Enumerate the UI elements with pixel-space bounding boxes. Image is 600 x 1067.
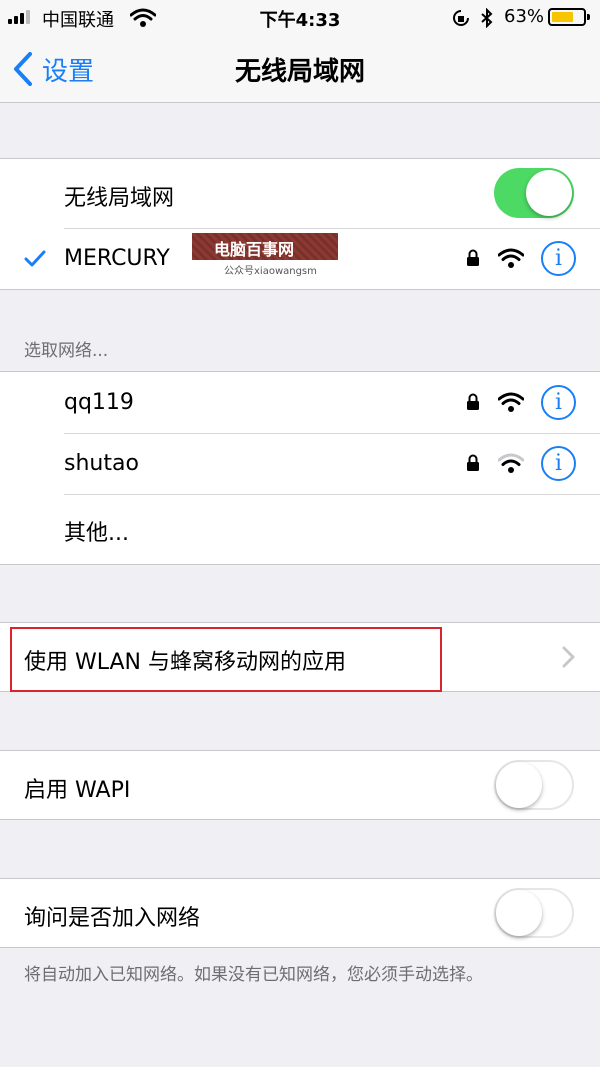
- battery-icon: [548, 8, 590, 26]
- ask-to-join-group: 询问是否加入网络: [0, 878, 600, 948]
- ask-to-join-label: 询问是否加入网络: [24, 906, 201, 931]
- wlan-toggle-row: 无线局域网: [0, 159, 600, 229]
- watermark-title: 电脑百事网: [214, 240, 295, 259]
- wifi-signal-icon: [498, 453, 524, 473]
- network-info-button[interactable]: i: [541, 385, 576, 420]
- ask-to-join-row: 询问是否加入网络: [0, 879, 600, 947]
- watermark-subtitle: 公众号xiaowangsm: [224, 266, 317, 277]
- network-row-shutao[interactable]: shutao i: [0, 434, 600, 495]
- connected-network-name: MERCURY: [64, 246, 170, 271]
- battery-fill: [552, 12, 573, 22]
- watermark-logo: 电脑百事网 公众号xiaowangsm: [178, 233, 338, 277]
- network-list: qq119 i shutao i 其他...: [0, 371, 600, 565]
- footer-note: 将自动加入已知网络。如果没有已知网络，您必须手动选择。: [24, 965, 483, 985]
- network-name: qq119: [64, 390, 134, 415]
- wifi-signal-icon: [498, 392, 524, 412]
- other-network-label: 其他...: [64, 521, 129, 546]
- checkmark-icon: [24, 250, 46, 267]
- page-title: 无线局域网: [234, 57, 365, 87]
- wapi-row: 启用 WAPI: [0, 751, 600, 819]
- network-info-button[interactable]: i: [541, 241, 576, 276]
- wapi-label: 启用 WAPI: [24, 778, 131, 803]
- network-info-button[interactable]: i: [541, 446, 576, 481]
- navigation-bar: 设置 无线局域网: [0, 36, 600, 103]
- wapi-group: 启用 WAPI: [0, 750, 600, 820]
- battery-percent: 63%: [504, 6, 545, 27]
- lock-icon: [467, 249, 479, 266]
- wifi-signal-icon: [498, 248, 524, 268]
- status-bar: 中国联通 下午4:33 63%: [0, 0, 600, 36]
- lock-icon: [467, 393, 479, 410]
- choose-network-header: 选取网络...: [24, 341, 109, 361]
- wapi-toggle[interactable]: [494, 760, 574, 810]
- wlan-toggle-label: 无线局域网: [64, 186, 175, 211]
- lock-icon: [467, 454, 479, 471]
- ask-to-join-toggle[interactable]: [494, 888, 574, 938]
- bluetooth-icon: [481, 8, 493, 28]
- network-name: shutao: [64, 451, 139, 476]
- highlight-box: [10, 627, 442, 692]
- rotation-lock-icon: [453, 10, 469, 26]
- chevron-right-icon: [562, 646, 575, 668]
- other-network-row[interactable]: 其他...: [0, 495, 600, 564]
- network-row-qq119[interactable]: qq119 i: [0, 372, 600, 434]
- wlan-toggle[interactable]: [494, 168, 574, 218]
